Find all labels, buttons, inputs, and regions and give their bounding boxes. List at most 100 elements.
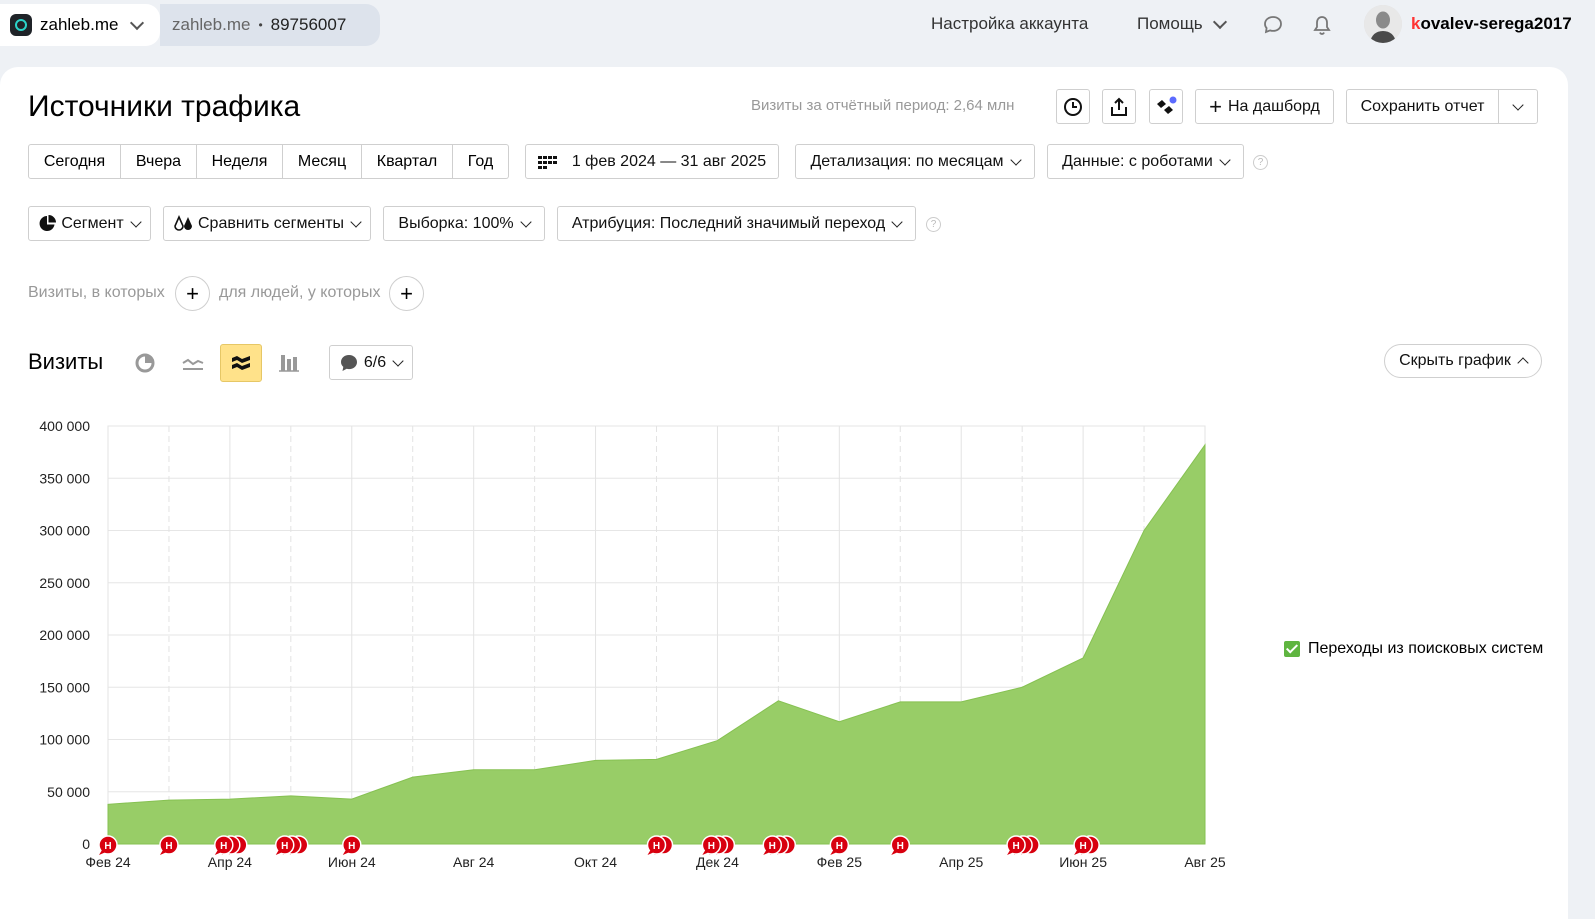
period-week[interactable]: Неделя (197, 144, 283, 179)
period-quarter[interactable]: Квартал (362, 144, 453, 179)
history-button[interactable] (1056, 89, 1090, 124)
note-marker-letter: Н (348, 841, 355, 852)
x-tick-label: Фев 25 (817, 854, 863, 870)
compare-label: Сравнить сегменты (197, 214, 345, 232)
attribution-dropdown[interactable]: Атрибуция: Последний значимый переход (557, 206, 916, 241)
x-tick-label: Авг 25 (1184, 854, 1226, 870)
note-marker: Н (159, 835, 179, 855)
hide-chart-label: Скрыть график (1399, 352, 1511, 369)
add-visit-condition-button[interactable]: + (175, 276, 210, 311)
stacked-area-icon (232, 356, 250, 370)
ai-assistant-icon (1157, 96, 1177, 114)
y-tick-label: 350 000 (39, 470, 90, 486)
add-to-dashboard-button[interactable]: + На дашборд (1195, 89, 1334, 124)
counter-separator: • (258, 18, 263, 32)
date-range-label: 1 фев 2024 — 31 авг 2025 (571, 152, 767, 170)
add-dashboard-label: На дашборд (1227, 97, 1320, 115)
segment-dropdown[interactable]: Сегмент (28, 206, 151, 241)
period-yesterday[interactable]: Вчера (121, 144, 197, 179)
x-tick-label: Авг 24 (453, 854, 495, 870)
y-axis: 0 50 000 100 000 150 000 200 000 250 000 300 0… (39, 418, 90, 852)
period-today[interactable]: Сегодня (28, 144, 121, 179)
account-settings-link[interactable]: Настройка аккаунта (931, 14, 1088, 34)
x-tick-label: Апр 24 (208, 854, 252, 870)
chevron-down-icon (1212, 14, 1227, 29)
compare-segments-dropdown[interactable]: Сравнить сегменты (163, 206, 371, 241)
note-marker-letter: Н (165, 841, 172, 852)
chevron-down-icon (1009, 153, 1022, 166)
period-year[interactable]: Год (453, 144, 509, 179)
chart-legend[interactable]: Переходы из поисковых систем (1284, 640, 1543, 658)
note-marker: Н (342, 835, 362, 855)
help-icon[interactable]: ? (1253, 155, 1268, 170)
help-icon[interactable]: ? (926, 217, 941, 232)
sample-label: Выборка: 100% (398, 214, 514, 232)
note-marker: Н (762, 835, 783, 855)
chart-type-line[interactable] (172, 344, 214, 382)
chevron-up-icon (1517, 357, 1529, 369)
note-marker: Н (1073, 835, 1093, 855)
period-month[interactable]: Месяц (283, 144, 362, 179)
y-tick-label: 200 000 (39, 627, 90, 643)
help-menu[interactable]: Помощь (1137, 14, 1227, 34)
column-chart-icon (279, 355, 299, 372)
data-mode-label: Данные: с роботами (1062, 152, 1213, 170)
note-marker: Н (214, 835, 234, 855)
username[interactable]: kovalev-serega2017 (1411, 14, 1572, 34)
compare-drops-icon (174, 215, 192, 231)
top-bar: zahleb.me zahleb.me • 89756007 Настройка… (0, 0, 1595, 56)
note-marker: Н (829, 835, 850, 855)
add-people-condition-button[interactable]: + (389, 276, 424, 311)
chat-icon[interactable] (1262, 14, 1284, 36)
chevron-down-icon (392, 354, 404, 367)
chevron-down-icon (350, 215, 362, 228)
notes-dropdown[interactable]: 6/6 (329, 345, 413, 380)
note-marker-letter: Н (897, 841, 904, 852)
visits-area-chart: 0 50 000 100 000 150 000 200 000 250 000 300 0… (39, 418, 1226, 870)
note-marker-letter: Н (1079, 841, 1086, 852)
chevron-down-icon (1512, 98, 1524, 111)
note-marker: Н (1006, 835, 1026, 855)
pie-chart-icon (135, 353, 155, 373)
y-tick-label: 100 000 (39, 732, 90, 748)
line-chart-icon (182, 358, 204, 370)
save-report-button[interactable]: Сохранить отчет (1346, 89, 1499, 124)
avatar[interactable] (1364, 5, 1402, 43)
save-options-button[interactable] (1498, 89, 1538, 124)
x-tick-label: Июн 25 (1059, 854, 1107, 870)
detail-dropdown[interactable]: Детализация: по месяцам (795, 144, 1035, 179)
chevron-down-icon (519, 215, 532, 228)
calendar-icon (537, 155, 557, 169)
assistant-button[interactable] (1149, 89, 1183, 124)
hide-chart-button[interactable]: Скрыть график (1384, 344, 1542, 378)
page-title: Источники трафика (28, 90, 301, 123)
note-marker-letter: Н (653, 841, 660, 852)
sample-dropdown[interactable]: Выборка: 100% (383, 206, 545, 241)
period-selector: Сегодня Вчера Неделя Месяц Квартал Год (28, 144, 509, 179)
note-marker-letter: Н (220, 841, 227, 852)
chevron-down-icon (1219, 153, 1231, 166)
attribution-label: Атрибуция: Последний значимый переход (571, 214, 886, 232)
user-photo-icon (1364, 5, 1402, 43)
note-marker: Н (890, 835, 911, 855)
bell-icon[interactable] (1312, 14, 1332, 36)
counter-site: zahleb.me (172, 15, 251, 34)
note-marker-letter: Н (104, 841, 111, 852)
export-button[interactable] (1102, 89, 1136, 124)
people-condition-label: для людей, у которых (219, 284, 381, 301)
chart-type-pie[interactable] (124, 344, 166, 382)
help-label: Помощь (1137, 14, 1203, 33)
y-tick-label: 150 000 (39, 679, 90, 695)
legend-checkbox[interactable] (1284, 641, 1300, 657)
note-marker-letter: Н (836, 841, 843, 852)
y-tick-label: 0 (82, 836, 90, 852)
site-selector[interactable]: zahleb.me (0, 4, 160, 46)
note-marker: Н (98, 835, 118, 855)
data-mode-dropdown[interactable]: Данные: с роботами (1047, 144, 1244, 179)
chart-type-columns[interactable] (268, 344, 310, 382)
counter-selector[interactable]: zahleb.me • 89756007 (160, 4, 380, 46)
date-range-picker[interactable]: 1 фев 2024 — 31 авг 2025 (525, 144, 779, 179)
visits-hint: Визиты за отчётный период: 2,64 млн (751, 97, 1015, 114)
chart-type-stacked-area[interactable] (220, 344, 262, 382)
notes-count: 6/6 (363, 353, 387, 371)
